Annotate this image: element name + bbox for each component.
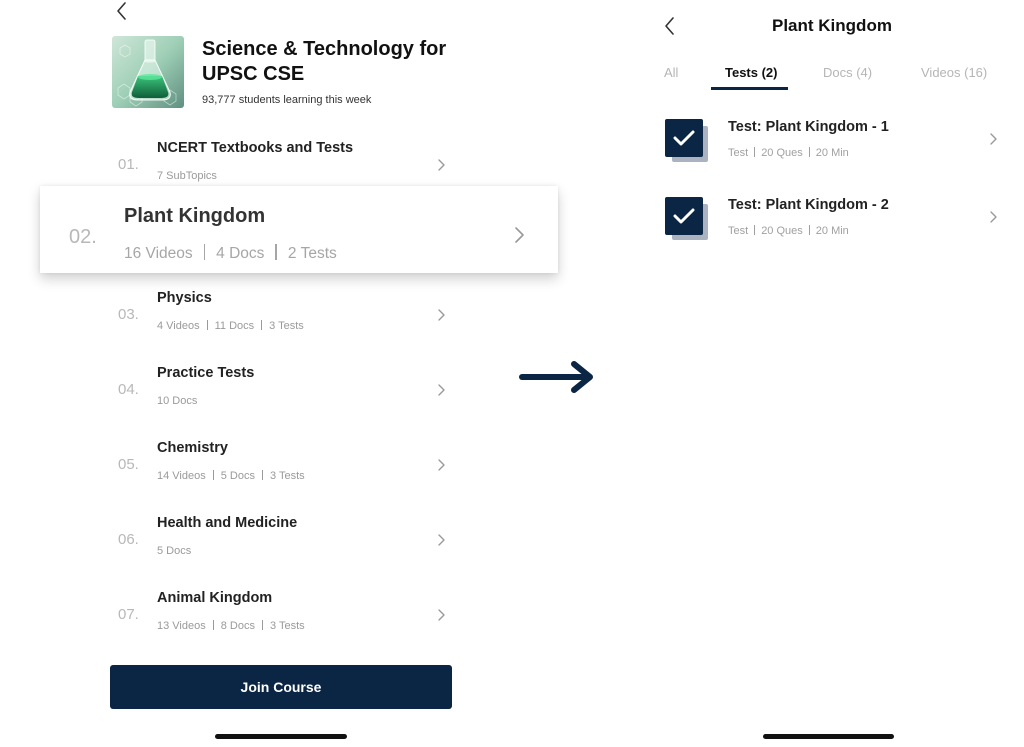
chapter-row-physics[interactable]: 03. Physics 4 Videos 11 Docs 3 Tests (112, 286, 452, 346)
meta-docs: 4 Docs (216, 245, 265, 262)
chapter-meta: 5 Docs (157, 545, 191, 557)
active-tab-indicator (711, 87, 788, 90)
meta-videos: 14 Videos (157, 470, 206, 482)
chevron-right-icon (438, 384, 445, 396)
chapter-meta: 16 Videos 4 Docs 2 Tests (124, 244, 337, 263)
chapter-row-practice-tests[interactable]: 04. Practice Tests 10 Docs (112, 361, 452, 421)
join-course-button[interactable]: Join Course (110, 665, 452, 709)
course-title: Science & Technology for UPSC CSE (202, 38, 447, 85)
meta-docs: 8 Docs (220, 620, 255, 632)
meta-docs: 5 Docs (220, 470, 255, 482)
meta-type: Test (728, 225, 749, 237)
chapter-meta: 14 Videos 5 Docs 3 Tests (157, 470, 305, 482)
chapter-title: Practice Tests (157, 365, 255, 381)
tab-videos[interactable]: Videos (16) (921, 65, 987, 80)
chapter-title: Chemistry (157, 440, 228, 456)
course-thumbnail (112, 36, 184, 108)
test-item[interactable]: Test: Plant Kingdom - 1 Test 20 Ques 20 Mi… (660, 118, 1005, 174)
chapter-meta: 13 Videos 8 Docs 3 Tests (157, 620, 305, 632)
chapter-meta: 7 SubTopics (157, 170, 217, 182)
chapter-number: 04. (118, 381, 139, 398)
meta-tests: 3 Tests (269, 470, 305, 482)
chapter-title: Plant Kingdom (124, 205, 266, 227)
test-title: Test: Plant Kingdom - 1 (728, 119, 889, 135)
page-title: Plant Kingdom (772, 16, 892, 35)
chevron-right-icon (990, 133, 997, 145)
chapter-title: Physics (157, 290, 212, 306)
meta-videos: 4 Videos (157, 320, 200, 332)
chapter-title: NCERT Textbooks and Tests (157, 140, 354, 156)
meta-questions: 20 Ques (761, 147, 803, 159)
chapter-title: Animal Kingdom (157, 590, 273, 606)
meta-docs: 11 Docs (214, 320, 255, 332)
meta-docs: 10 Docs (157, 395, 198, 407)
checkbox-icon (664, 196, 712, 244)
chevron-right-icon (438, 609, 445, 621)
meta-questions: 20 Ques (761, 225, 803, 237)
meta-type: Test (728, 147, 749, 159)
chapter-row-animal-kingdom[interactable]: 07. Animal Kingdom 13 Videos 8 Docs 3 Test… (112, 586, 452, 646)
students-count: 93,777 students learning this week (202, 94, 372, 106)
meta-videos: 13 Videos (157, 620, 206, 632)
meta-videos: 16 Videos (124, 245, 193, 262)
tab-tests[interactable]: Tests (2) (725, 65, 778, 80)
chapter-row-health-medicine[interactable]: 06. Health and Medicine 5 Docs (112, 511, 452, 571)
back-chevron-icon[interactable] (112, 0, 132, 22)
meta-tests: 2 Tests (287, 245, 337, 262)
tab-all[interactable]: All (664, 65, 678, 80)
tab-docs[interactable]: Docs (4) (823, 65, 872, 80)
arrow-right-icon (519, 361, 593, 393)
chapter-row-chemistry[interactable]: 05. Chemistry 14 Videos 5 Docs 3 Tests (112, 436, 452, 496)
test-title: Test: Plant Kingdom - 2 (728, 197, 889, 213)
chapter-row-plant-kingdom[interactable]: 02. Plant Kingdom 16 Videos 4 Docs 2 Tests (40, 186, 558, 273)
chapter-meta: 4 Videos 11 Docs 3 Tests (157, 320, 304, 332)
back-chevron-icon[interactable] (660, 14, 680, 38)
home-indicator[interactable] (763, 734, 894, 739)
meta-duration: 20 Min (815, 147, 849, 159)
chevron-right-icon (438, 309, 445, 321)
chevron-right-icon (438, 459, 445, 471)
test-meta: Test 20 Ques 20 Min (728, 147, 849, 159)
chapter-number: 06. (118, 531, 139, 548)
chevron-right-icon (438, 159, 445, 171)
meta-tests: 3 Tests (269, 620, 305, 632)
checkbox-icon (664, 118, 712, 166)
meta-subtopics: 7 SubTopics (157, 170, 217, 182)
chapter-number: 02. (69, 226, 97, 248)
chapter-number: 01. (118, 156, 139, 173)
chapter-title: Health and Medicine (157, 515, 298, 531)
chevron-right-icon (990, 211, 997, 223)
chapter-meta: 10 Docs (157, 395, 197, 407)
flask-image-icon (112, 36, 184, 108)
meta-docs: 5 Docs (157, 545, 192, 557)
test-item[interactable]: Test: Plant Kingdom - 2 Test 20 Ques 20 Mi… (660, 196, 1005, 252)
chapter-number: 05. (118, 456, 139, 473)
chapter-number: 07. (118, 606, 139, 623)
chapter-number: 03. (118, 306, 139, 323)
test-meta: Test 20 Ques 20 Min (728, 225, 849, 237)
meta-tests: 3 Tests (269, 320, 304, 332)
meta-duration: 20 Min (815, 225, 849, 237)
home-indicator[interactable] (215, 734, 347, 739)
chevron-right-icon (438, 534, 445, 546)
chevron-right-icon (515, 227, 524, 243)
